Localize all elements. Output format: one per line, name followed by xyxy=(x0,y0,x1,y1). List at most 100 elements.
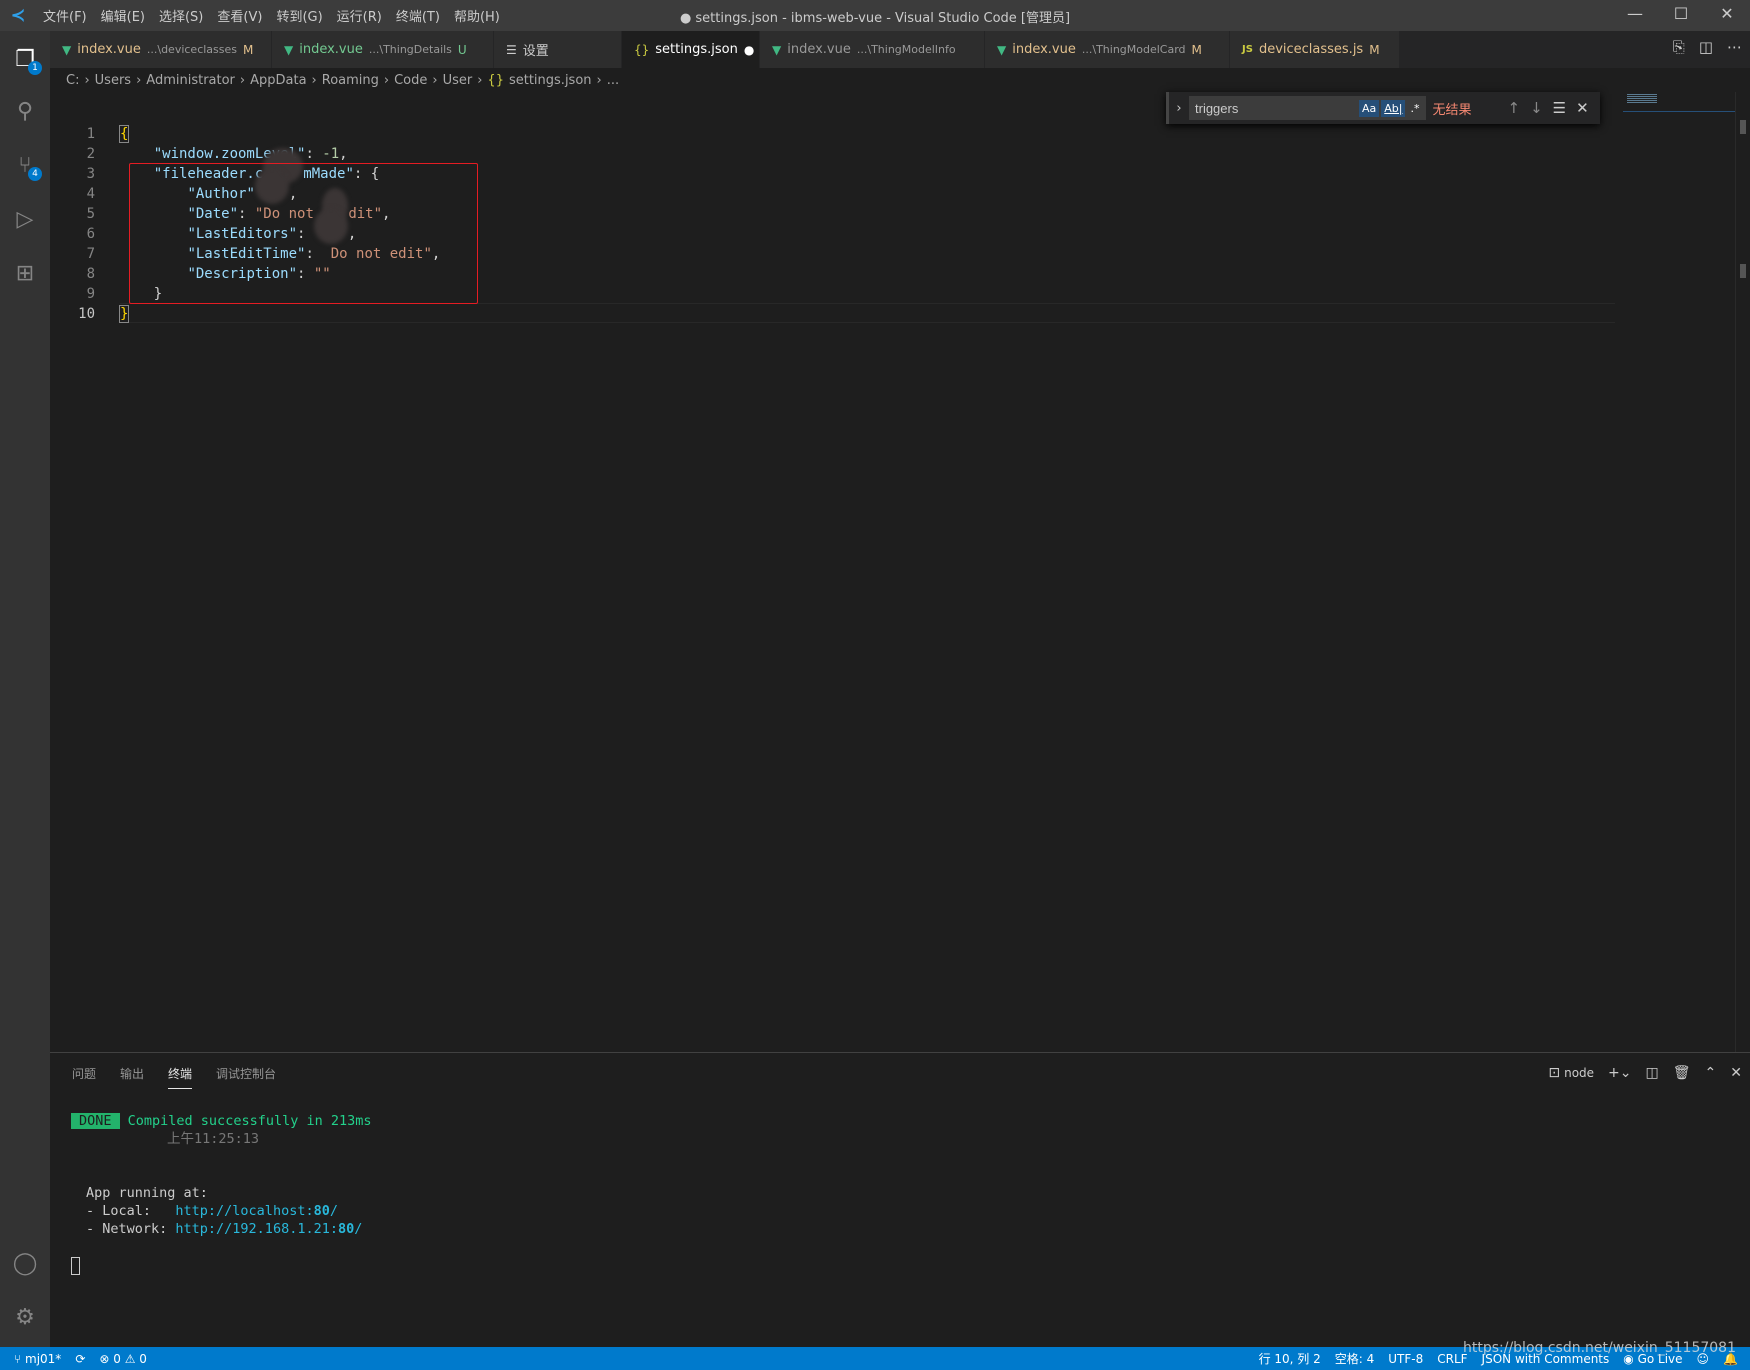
menu-run[interactable]: 运行(R) xyxy=(330,6,389,25)
chevron-right-icon[interactable]: › xyxy=(1169,101,1189,116)
menu-file[interactable]: 文件(F) xyxy=(36,6,94,25)
minimize-icon[interactable]: — xyxy=(1612,4,1658,23)
breadcrumb-item[interactable]: AppData xyxy=(250,73,306,88)
find-in-selection-icon[interactable]: ☰ xyxy=(1553,99,1566,117)
gear-icon[interactable]: ⚙ xyxy=(0,1293,50,1341)
tab-index-vue-thingmodelcard[interactable]: ▼ index.vue ...\ThingModelCard M xyxy=(985,31,1230,68)
highlight-box xyxy=(129,163,478,304)
tab-status: U xyxy=(457,42,467,57)
vue-icon: ▼ xyxy=(62,42,72,57)
close-panel-icon[interactable]: ✕ xyxy=(1730,1065,1742,1081)
open-changes-icon[interactable]: ⎘ xyxy=(1673,38,1685,56)
tab-settings-json[interactable]: {} settings.json ● xyxy=(622,31,760,68)
problems-indicator[interactable]: ⊗ 0 ⚠ 0 xyxy=(92,1352,154,1366)
close-icon[interactable]: ✕ xyxy=(1576,99,1589,117)
breadcrumb-item[interactable]: Administrator xyxy=(146,73,235,88)
title-bar: ≺ 文件(F) 编辑(E) 选择(S) 查看(V) 转到(G) 运行(R) 终端… xyxy=(0,0,1750,31)
split-terminal-icon[interactable]: ◫ xyxy=(1646,1065,1659,1081)
menu-go[interactable]: 转到(G) xyxy=(269,6,329,25)
breadcrumb-item[interactable]: ... xyxy=(607,73,619,88)
terminal-line: - Network: http://192.168.1.21:80/ xyxy=(86,1221,363,1237)
line-number: 4 xyxy=(86,186,95,202)
terminal-cursor xyxy=(71,1257,80,1275)
match-case-toggle[interactable]: Aa xyxy=(1359,99,1380,117)
new-terminal-icon[interactable]: +⌄ xyxy=(1608,1065,1631,1081)
terminal-select[interactable]: node xyxy=(1564,1066,1594,1080)
tab-status: M xyxy=(243,42,254,57)
explorer-icon[interactable]: ❐ 1 xyxy=(0,35,50,83)
tab-index-vue-thingmodelinfo[interactable]: ▼ index.vue ...\ThingModelInfo xyxy=(760,31,985,68)
tab-output[interactable]: 输出 xyxy=(120,1065,144,1088)
code-line-2: "window.zoomLevel": -1, xyxy=(153,146,348,162)
split-editor-icon[interactable]: ◫ xyxy=(1699,38,1713,56)
menu-edit[interactable]: 编辑(E) xyxy=(94,6,152,25)
find-result: 无结果 xyxy=(1432,102,1472,118)
encoding[interactable]: UTF-8 xyxy=(1381,1352,1430,1366)
line-number: 1 xyxy=(86,126,95,142)
tab-label: index.vue xyxy=(77,42,141,57)
arrow-down-icon[interactable]: ↓ xyxy=(1530,99,1543,117)
menu-terminal[interactable]: 终端(T) xyxy=(389,6,447,25)
account-icon[interactable]: ◯ xyxy=(0,1239,50,1287)
menu-view[interactable]: 查看(V) xyxy=(210,6,269,25)
line-number: 6 xyxy=(86,226,95,242)
terminal-icon: ⊡ xyxy=(1548,1065,1561,1081)
vertical-scrollbar[interactable] xyxy=(1735,92,1750,1052)
breadcrumb-item[interactable]: C: xyxy=(66,73,79,88)
panel-actions: ⊡ node +⌄ ◫ 🗑 ⌃ ✕ xyxy=(1548,1065,1742,1081)
source-control-icon[interactable]: ⑂ 4 xyxy=(0,141,50,189)
close-window-icon[interactable]: ✕ xyxy=(1704,4,1750,23)
tab-deviceclasses-js[interactable]: JS deviceclasses.js M xyxy=(1230,31,1400,68)
terminal-line: App running at: xyxy=(86,1185,208,1201)
menu-help[interactable]: 帮助(H) xyxy=(447,6,507,25)
tab-settings-ui[interactable]: ☰ 设置 xyxy=(494,31,622,68)
tab-problems[interactable]: 问题 xyxy=(72,1065,96,1088)
code-line-10: } xyxy=(118,305,130,323)
watermark: https://blog.csdn.net/weixin_51157081 xyxy=(1462,1340,1736,1356)
maximize-icon[interactable]: ☐ xyxy=(1658,4,1704,23)
arrow-up-icon[interactable]: ↑ xyxy=(1507,99,1520,117)
search-icon[interactable]: ⚲ xyxy=(0,87,50,135)
sync-icon[interactable]: ⟳ xyxy=(68,1352,92,1366)
line-number: 9 xyxy=(86,286,95,302)
more-actions-icon[interactable]: ⋯ xyxy=(1727,38,1742,56)
cursor-position[interactable]: 行 10, 列 2 xyxy=(1252,1350,1328,1367)
run-debug-icon[interactable]: ▷ xyxy=(0,195,50,243)
line-number: 7 xyxy=(86,246,95,262)
menu-selection[interactable]: 选择(S) xyxy=(152,6,210,25)
find-input[interactable] xyxy=(1189,96,1359,120)
maximize-panel-icon[interactable]: ⌃ xyxy=(1705,1065,1717,1081)
tab-label: settings.json xyxy=(655,42,738,57)
trash-icon[interactable]: 🗑 xyxy=(1673,1065,1691,1081)
bottom-panel: 问题 输出 终端 调试控制台 ⊡ node +⌄ ◫ 🗑 ⌃ ✕ DONE Com… xyxy=(50,1052,1750,1347)
tab-label: deviceclasses.js xyxy=(1258,42,1364,57)
tab-actions: ⎘ ◫ ⋯ xyxy=(1673,38,1742,56)
breadcrumb-item[interactable]: Users xyxy=(95,73,131,88)
code-line-1: { xyxy=(118,125,130,143)
whole-word-toggle[interactable]: Ab| xyxy=(1381,99,1406,117)
tab-status: M xyxy=(1369,42,1380,57)
tab-index-vue-thingdetails[interactable]: ▼ index.vue ...\ThingDetails U xyxy=(272,31,494,68)
branch-indicator[interactable]: ⑂ mj01* xyxy=(0,1352,68,1366)
breadcrumb-item[interactable]: Roaming xyxy=(322,73,379,88)
terminal-line: - Local: http://localhost:80/ xyxy=(86,1203,338,1219)
extensions-icon[interactable]: ⊞ xyxy=(0,249,50,297)
indentation[interactable]: 空格: 4 xyxy=(1328,1350,1382,1367)
line-number: 10 xyxy=(78,306,95,322)
tab-debug-console[interactable]: 调试控制台 xyxy=(216,1065,276,1088)
minimap[interactable] xyxy=(1623,92,1735,112)
tab-label: index.vue xyxy=(787,42,851,57)
regex-toggle[interactable]: .* xyxy=(1407,100,1422,117)
tab-terminal[interactable]: 终端 xyxy=(168,1065,193,1089)
breadcrumb-item[interactable]: User xyxy=(443,73,473,88)
json-icon: {} xyxy=(634,42,650,57)
line-number: 2 xyxy=(86,146,95,162)
tab-index-vue-deviceclasses[interactable]: ▼ index.vue ...\deviceclasses M xyxy=(50,31,272,68)
vscode-logo-icon: ≺ xyxy=(10,5,26,26)
breadcrumb-item[interactable]: Code xyxy=(394,73,427,88)
find-widget: › Aa Ab| .* 无结果 ↑ ↓ ☰ ✕ xyxy=(1166,92,1600,124)
breadcrumb-item[interactable]: settings.json xyxy=(509,73,592,88)
tab-desc: ...\ThingModelInfo xyxy=(856,43,956,56)
line-number: 8 xyxy=(86,266,95,282)
vue-icon: ▼ xyxy=(772,42,782,57)
